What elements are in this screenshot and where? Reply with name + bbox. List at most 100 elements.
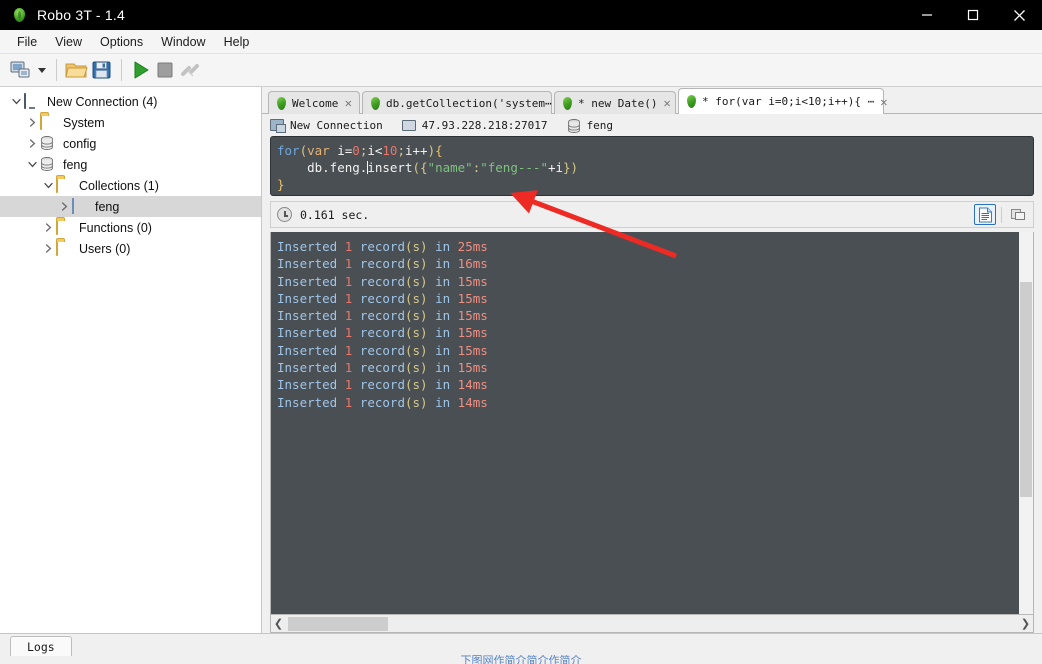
- output-horizontal-scrollbar[interactable]: ❮ ❯: [271, 614, 1033, 632]
- tree-item-feng[interactable]: feng: [0, 196, 261, 217]
- chevron-down-icon[interactable]: [24, 160, 40, 169]
- chevron-down-icon[interactable]: [8, 97, 24, 106]
- chevron-right-icon[interactable]: [40, 223, 56, 232]
- output-hscroll-thumb[interactable]: [288, 617, 388, 631]
- mongo-leaf-icon: [371, 96, 380, 110]
- output-in-word: in: [435, 394, 451, 410]
- output-count: 1: [344, 360, 353, 376]
- chevron-right-icon[interactable]: [24, 139, 40, 148]
- chevron-right-icon[interactable]: [40, 244, 56, 253]
- logs-tab[interactable]: Logs: [10, 636, 72, 656]
- code-kw-var: var: [307, 143, 338, 158]
- database-item[interactable]: feng: [567, 118, 613, 133]
- output-duration: 15ms: [457, 360, 488, 376]
- code-paren-1: ({: [412, 160, 428, 175]
- chevron-right-icon[interactable]: ❯: [1018, 617, 1033, 630]
- main-area: New Connection (4) System config feng Collec…: [0, 87, 1042, 633]
- output-duration: 14ms: [457, 394, 488, 410]
- tree-item-label: Users (0): [79, 241, 131, 256]
- toolbar: [0, 54, 1042, 87]
- toolbar-separator-2: [121, 59, 122, 81]
- code-num-10: 10: [382, 143, 398, 158]
- text-view-icon[interactable]: [974, 204, 996, 225]
- output-count: 1: [344, 308, 353, 324]
- close-icon[interactable]: ✕: [880, 95, 887, 109]
- open-script-button[interactable]: [64, 56, 90, 84]
- output-duration: 14ms: [457, 377, 488, 393]
- output-hscroll-track[interactable]: [286, 615, 1018, 632]
- tree-item-label: Collections (1): [79, 178, 159, 193]
- chevron-left-icon[interactable]: ❮: [271, 617, 286, 630]
- tree-item-config[interactable]: config: [0, 133, 261, 154]
- close-icon[interactable]: ✕: [663, 96, 670, 110]
- close-icon[interactable]: [996, 0, 1042, 30]
- menu-item-file[interactable]: File: [8, 31, 46, 53]
- tree-item-system[interactable]: System: [0, 112, 261, 133]
- toolbar-separator-1: [56, 59, 57, 81]
- output-in-word: in: [435, 290, 451, 306]
- host-item[interactable]: 47.93.228.218:27017: [401, 119, 548, 132]
- editor-tab-0[interactable]: Welcome ✕: [268, 91, 360, 114]
- save-script-button[interactable]: [90, 56, 114, 84]
- query-editor-wrap: for(var i=0;i<10;i++){ db.feng.insert({"…: [262, 136, 1042, 196]
- tree-item-feng[interactable]: feng: [0, 154, 261, 175]
- disconnect-button[interactable]: [177, 56, 203, 84]
- collection-grid-icon: [72, 197, 89, 215]
- connection-name-item[interactable]: New Connection: [270, 118, 383, 133]
- output-duration: 15ms: [457, 342, 488, 358]
- menu-item-help[interactable]: Help: [215, 31, 259, 53]
- chevron-down-icon[interactable]: [38, 67, 46, 73]
- editor-tab-2[interactable]: * new Date() ✕: [554, 91, 676, 114]
- monitor-icon: [401, 119, 416, 131]
- chevron-down-icon[interactable]: [40, 181, 56, 190]
- menu-bar: File View Options Window Help: [0, 30, 1042, 54]
- output-in-word: in: [435, 342, 451, 358]
- tree-item-new-connection-4[interactable]: New Connection (4): [0, 91, 261, 112]
- execute-button[interactable]: [129, 56, 153, 84]
- code-value: "feng---": [480, 160, 548, 175]
- editor-tab-1[interactable]: db.getCollection('system⋯✕: [362, 91, 565, 114]
- output-line: Inserted 1 record(s) in 15ms: [277, 273, 1033, 290]
- database-icon: [567, 118, 581, 133]
- server-icon: [270, 119, 286, 133]
- output-duration: 15ms: [457, 273, 488, 289]
- output-in-word: in: [435, 256, 451, 272]
- tree-item-label: System: [63, 115, 105, 130]
- close-icon[interactable]: ✕: [345, 96, 352, 110]
- output-count: 1: [344, 342, 353, 358]
- chevron-right-icon[interactable]: [56, 202, 72, 211]
- result-output-text[interactable]: Inserted 1 record(s) in 25ms Inserted 1 r…: [271, 232, 1033, 614]
- editor-tab-label: db.getCollection('system⋯: [386, 96, 552, 110]
- tree-item-collections-1[interactable]: Collections (1): [0, 175, 261, 196]
- new-connection-button[interactable]: [9, 56, 33, 84]
- execution-time-label: 0.161 sec.: [300, 207, 370, 222]
- menu-item-options[interactable]: Options: [91, 31, 152, 53]
- output-record-paren: (s): [404, 256, 428, 272]
- stop-button[interactable]: [153, 56, 177, 84]
- tree-item-functions-0[interactable]: Functions (0): [0, 217, 261, 238]
- editor-tab-label: * new Date(): [578, 96, 658, 110]
- output-prefix: Inserted: [277, 239, 338, 254]
- editor-tab-strip: Welcome✕db.getCollection('system⋯✕* new …: [262, 87, 1042, 114]
- output-line: Inserted 1 record(s) in 25ms: [277, 238, 1033, 255]
- output-line: Inserted 1 record(s) in 15ms: [277, 307, 1033, 324]
- output-record-word: record: [359, 360, 405, 376]
- query-editor[interactable]: for(var i=0;i<10;i++){ db.feng.insert({"…: [270, 136, 1034, 196]
- connection-tree-sidebar: New Connection (4) System config feng Collec…: [0, 87, 262, 633]
- minimize-icon[interactable]: [904, 0, 950, 30]
- folder-icon: [56, 239, 73, 257]
- editor-tab-3[interactable]: * for(var i=0;i<10;i++){ ⋯ ✕: [678, 88, 887, 114]
- output-vscroll-thumb[interactable]: [1020, 282, 1032, 497]
- menu-item-window[interactable]: Window: [152, 31, 214, 53]
- code-paren-open: (: [299, 143, 308, 158]
- chevron-right-icon[interactable]: [24, 118, 40, 127]
- output-line: Inserted 1 record(s) in 15ms: [277, 290, 1033, 307]
- connection-name-label: New Connection: [290, 118, 383, 132]
- tabbed-view-icon[interactable]: [1007, 204, 1029, 225]
- output-vertical-scrollbar[interactable]: [1019, 232, 1033, 632]
- robo3t-leaf-icon: [277, 96, 286, 110]
- maximize-icon[interactable]: [950, 0, 996, 30]
- menu-item-view[interactable]: View: [46, 31, 91, 53]
- tree-item-users-0[interactable]: Users (0): [0, 238, 261, 259]
